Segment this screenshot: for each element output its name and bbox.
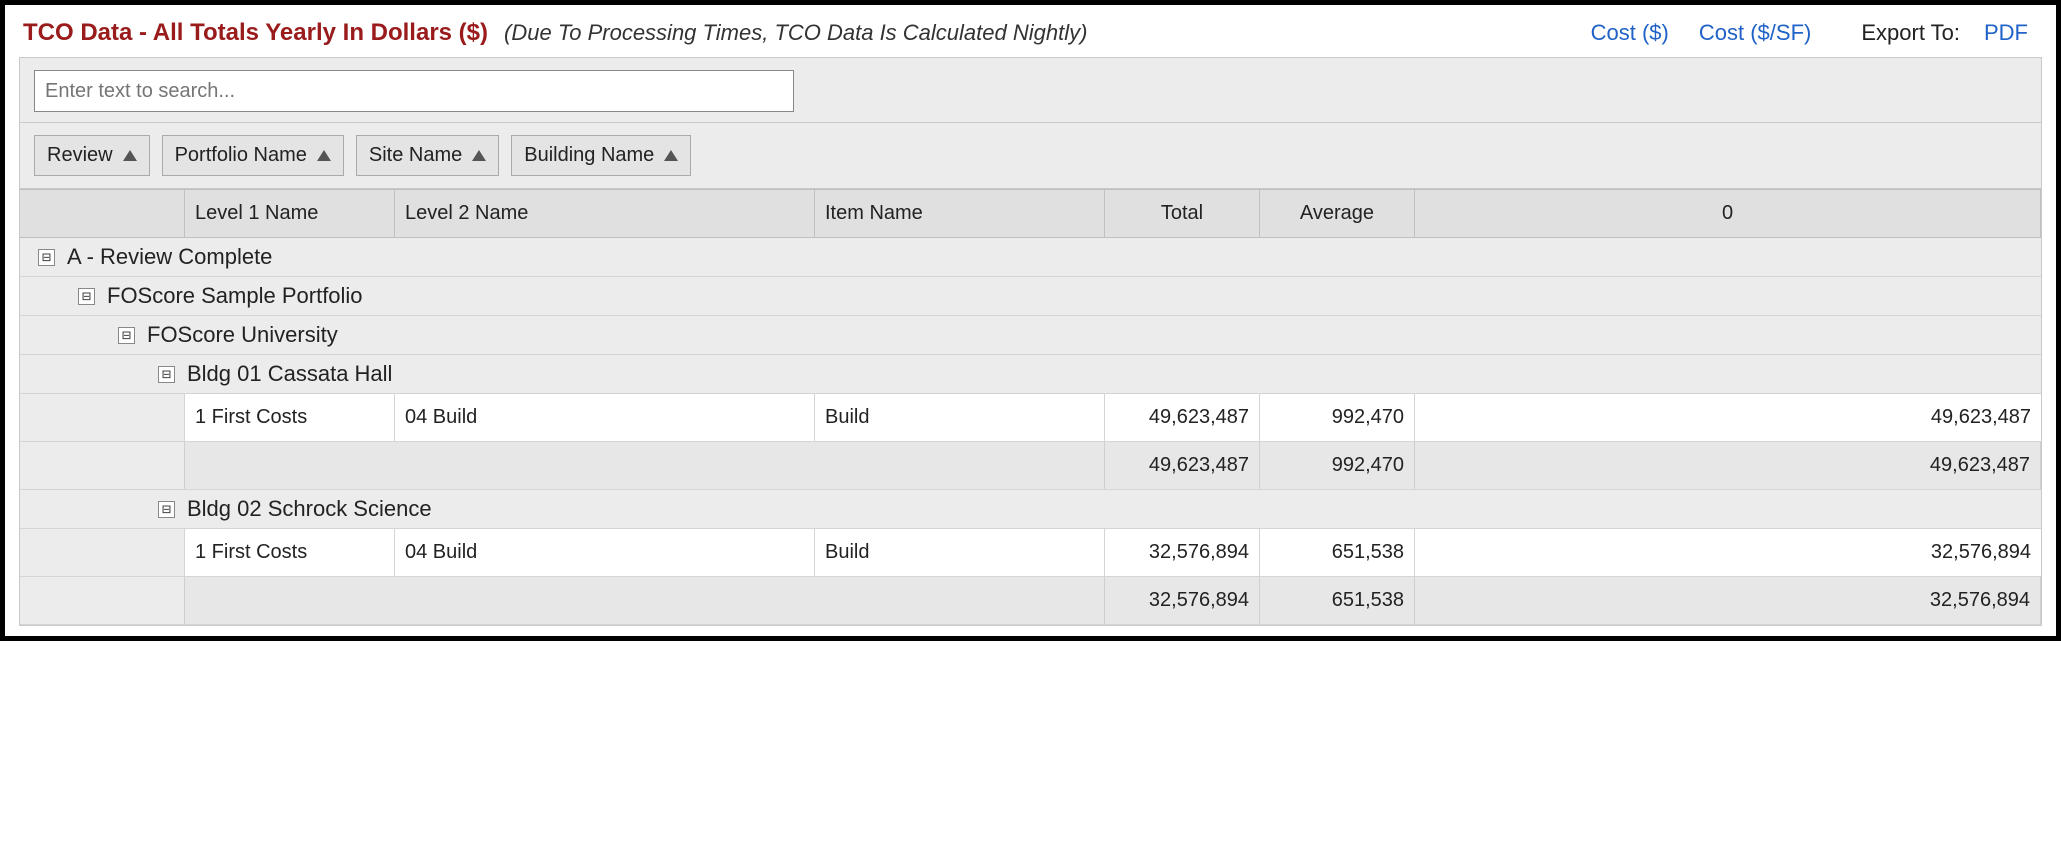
cell-total: 49,623,487 xyxy=(1105,394,1260,441)
group-label: A - Review Complete xyxy=(67,244,272,270)
page-title: TCO Data - All Totals Yearly In Dollars … xyxy=(23,19,488,47)
cell-average: 651,538 xyxy=(1260,529,1415,576)
cell-level1: 1 First Costs xyxy=(185,529,395,576)
cell-average: 992,470 xyxy=(1260,394,1415,441)
subtotal-row: 32,576,894 651,538 32,576,894 xyxy=(20,577,2041,625)
col-year0[interactable]: 0 xyxy=(1415,190,2041,237)
sort-asc-icon xyxy=(472,150,486,161)
col-item[interactable]: Item Name xyxy=(815,190,1105,237)
subtotal-blank xyxy=(185,577,1105,624)
grid-header: Level 1 Name Level 2 Name Item Name Tota… xyxy=(20,189,2041,238)
col-level2[interactable]: Level 2 Name xyxy=(395,190,815,237)
cell-item: Build xyxy=(815,394,1105,441)
page-subtitle: (Due To Processing Times, TCO Data Is Ca… xyxy=(504,20,1087,46)
subtotal-blank xyxy=(185,442,1105,489)
cell-level2: 04 Build xyxy=(395,529,815,576)
cell-level2: 04 Build xyxy=(395,394,815,441)
group-label: FOScore University xyxy=(147,322,338,348)
grid-panel: Review Portfolio Name Site Name Building… xyxy=(19,57,2042,626)
export-label: Export To: xyxy=(1831,20,1964,46)
group-chip-site[interactable]: Site Name xyxy=(356,135,499,176)
col-expand-spacer xyxy=(20,190,185,237)
sort-asc-icon xyxy=(317,150,331,161)
cell-item: Build xyxy=(815,529,1105,576)
group-label: FOScore Sample Portfolio xyxy=(107,283,363,309)
col-average[interactable]: Average xyxy=(1260,190,1415,237)
cost-dollar-link[interactable]: Cost ($) xyxy=(1581,20,1679,46)
group-chip-building[interactable]: Building Name xyxy=(511,135,691,176)
group-label: Bldg 01 Cassata Hall xyxy=(187,361,392,387)
table-row: 1 First Costs 04 Build Build 49,623,487 … xyxy=(20,394,2041,442)
collapse-icon[interactable]: ⊟ xyxy=(38,249,55,266)
subtotal-average: 992,470 xyxy=(1260,442,1415,489)
search-row xyxy=(20,58,2041,123)
cell-year0: 32,576,894 xyxy=(1415,529,2041,576)
subtotal-average: 651,538 xyxy=(1260,577,1415,624)
group-row-review[interactable]: ⊟ A - Review Complete xyxy=(20,238,2041,277)
row-indent-spacer xyxy=(20,529,185,576)
chip-label: Portfolio Name xyxy=(175,144,307,167)
cost-sf-link[interactable]: Cost ($/SF) xyxy=(1689,20,1821,46)
chip-label: Review xyxy=(47,144,113,167)
sort-asc-icon xyxy=(664,150,678,161)
subtotal-year0: 32,576,894 xyxy=(1415,577,2041,624)
cell-year0: 49,623,487 xyxy=(1415,394,2041,441)
cell-level1: 1 First Costs xyxy=(185,394,395,441)
search-input[interactable] xyxy=(34,70,794,112)
header-bar: TCO Data - All Totals Yearly In Dollars … xyxy=(5,5,2056,57)
collapse-icon[interactable]: ⊟ xyxy=(158,366,175,383)
subtotal-total: 32,576,894 xyxy=(1105,577,1260,624)
col-level1[interactable]: Level 1 Name xyxy=(185,190,395,237)
group-chips: Review Portfolio Name Site Name Building… xyxy=(20,123,2041,189)
collapse-icon[interactable]: ⊟ xyxy=(118,327,135,344)
group-chip-portfolio[interactable]: Portfolio Name xyxy=(162,135,344,176)
export-pdf-link[interactable]: PDF xyxy=(1974,20,2038,46)
group-row-building[interactable]: ⊟ Bldg 01 Cassata Hall xyxy=(20,355,2041,394)
group-chip-review[interactable]: Review xyxy=(34,135,150,176)
row-indent-spacer xyxy=(20,442,185,489)
collapse-icon[interactable]: ⊟ xyxy=(158,501,175,518)
subtotal-total: 49,623,487 xyxy=(1105,442,1260,489)
group-label: Bldg 02 Schrock Science xyxy=(187,496,432,522)
sort-asc-icon xyxy=(123,150,137,161)
group-row-portfolio[interactable]: ⊟ FOScore Sample Portfolio xyxy=(20,277,2041,316)
collapse-icon[interactable]: ⊟ xyxy=(78,288,95,305)
app-frame: TCO Data - All Totals Yearly In Dollars … xyxy=(0,0,2061,641)
subtotal-row: 49,623,487 992,470 49,623,487 xyxy=(20,442,2041,490)
chip-label: Building Name xyxy=(524,144,654,167)
cell-total: 32,576,894 xyxy=(1105,529,1260,576)
subtotal-year0: 49,623,487 xyxy=(1415,442,2041,489)
table-row: 1 First Costs 04 Build Build 32,576,894 … xyxy=(20,529,2041,577)
col-total[interactable]: Total xyxy=(1105,190,1260,237)
group-row-site[interactable]: ⊟ FOScore University xyxy=(20,316,2041,355)
row-indent-spacer xyxy=(20,577,185,624)
row-indent-spacer xyxy=(20,394,185,441)
group-row-building[interactable]: ⊟ Bldg 02 Schrock Science xyxy=(20,490,2041,529)
chip-label: Site Name xyxy=(369,144,462,167)
